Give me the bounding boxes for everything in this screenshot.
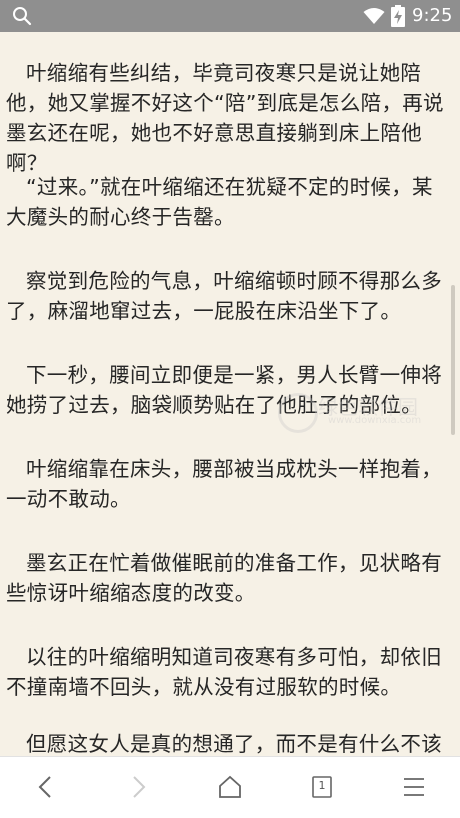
back-icon: [38, 776, 51, 798]
forward-button[interactable]: [92, 757, 184, 818]
paragraph: 叶缩缩有些纠结，毕竟司夜寒只是说让她陪他，她又掌握不好这个“陪”到底是怎么陪，再…: [6, 61, 444, 175]
wifi-icon: [363, 8, 385, 24]
paragraph: 察觉到危险的气息，叶缩缩顿时顾不得那么多了，麻溜地窜过去，一屁股在床沿坐下了。: [6, 269, 442, 323]
paragraph: 以往的叶缩缩明知道司夜寒有多可怕，却依旧不撞南墙不回头，就从没有过服软的时候。: [6, 645, 442, 699]
forward-icon: [133, 776, 146, 798]
watermark: 绿色软件园 www.downxia.com: [278, 387, 438, 433]
battery-charging-icon: [391, 5, 405, 27]
scroll-indicator[interactable]: [451, 285, 455, 435]
menu-icon: [404, 778, 424, 796]
menu-button[interactable]: [368, 757, 460, 818]
paragraph: 墨玄正在忙着做催眠前的准备工作，见状略有些惊讶叶缩缩态度的改变。: [6, 551, 442, 605]
bottom-nav: 1: [0, 756, 460, 818]
tabs-button[interactable]: 1: [276, 757, 368, 818]
home-icon: [219, 775, 241, 798]
tab-count: 1: [318, 779, 326, 792]
paragraph: 叶缩缩靠在床头，腰部被当成枕头一样抱着，一动不敢动。: [6, 457, 442, 511]
search-icon[interactable]: [12, 6, 32, 26]
status-bar: 9:25: [0, 0, 460, 32]
home-button[interactable]: [184, 757, 276, 818]
back-button[interactable]: [0, 757, 92, 818]
paragraph: 但愿这女人是真的想通了，而不是有什么不该: [26, 732, 442, 756]
paragraph: “过来。”就在叶缩缩还在犹疑不定的时候，某大魔头的耐心终于告罄。: [6, 175, 433, 229]
watermark-logo-icon: [278, 393, 318, 433]
watermark-url: www.downxia.com: [328, 415, 422, 426]
status-time: 9:25: [412, 5, 453, 26]
